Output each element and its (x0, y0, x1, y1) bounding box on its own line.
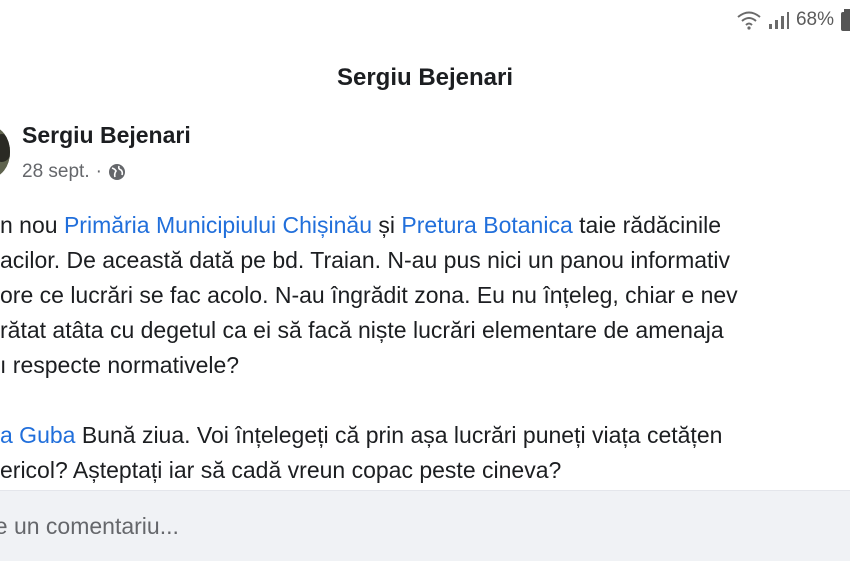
globe-icon (108, 164, 125, 180)
author-name[interactable]: Sergiu Bejenari (22, 122, 191, 149)
mention-pretura[interactable]: Pretura Botanica (401, 212, 572, 238)
signal-icon (768, 12, 789, 29)
text-segment: Bună ziua. Voi înțelegeți că prin așa lu… (75, 422, 723, 448)
comment-bar (0, 490, 850, 561)
post-blank-line (0, 383, 850, 418)
text-segment: n nou (0, 212, 64, 238)
avatar[interactable] (0, 126, 10, 178)
post-line-4: rătat atâta cu degetul ca ei să facă niș… (0, 317, 724, 343)
page-title: Sergiu Bejenari (336, 64, 514, 91)
mention-guba[interactable]: a Guba (0, 422, 75, 448)
post-line-3: ore ce lucrări se fac acolo. N-au îngrăd… (0, 282, 738, 308)
text-segment: și (372, 212, 402, 238)
post-line-6: a Guba Bună ziua. Voi înțelegeți că prin… (0, 418, 850, 453)
post-text: n nou Primăria Municipiului Chișinău și … (0, 208, 850, 488)
post-line-7: ericol? Așteptați iar să cadă vreun copa… (0, 457, 562, 483)
battery-percent: 68% (795, 9, 834, 30)
status-bar: 68% (736, 6, 850, 34)
battery-icon (841, 9, 850, 31)
wifi-icon (737, 11, 761, 30)
mention-primaria[interactable]: Primăria Municipiului Chișinău (64, 212, 372, 238)
text-segment: taie rădăcinile (572, 212, 722, 238)
post-line-1: n nou Primăria Municipiului Chișinău și … (0, 208, 850, 243)
post-meta: 28 sept. · (22, 161, 126, 183)
meta-separator: · (95, 161, 102, 182)
post-line-5: ı respecte normativele? (0, 352, 240, 378)
comment-input[interactable] (0, 507, 844, 545)
post-line-2: acilor. De această dată pe bd. Traian. N… (0, 247, 731, 273)
post-date[interactable]: 28 sept. (22, 161, 90, 183)
